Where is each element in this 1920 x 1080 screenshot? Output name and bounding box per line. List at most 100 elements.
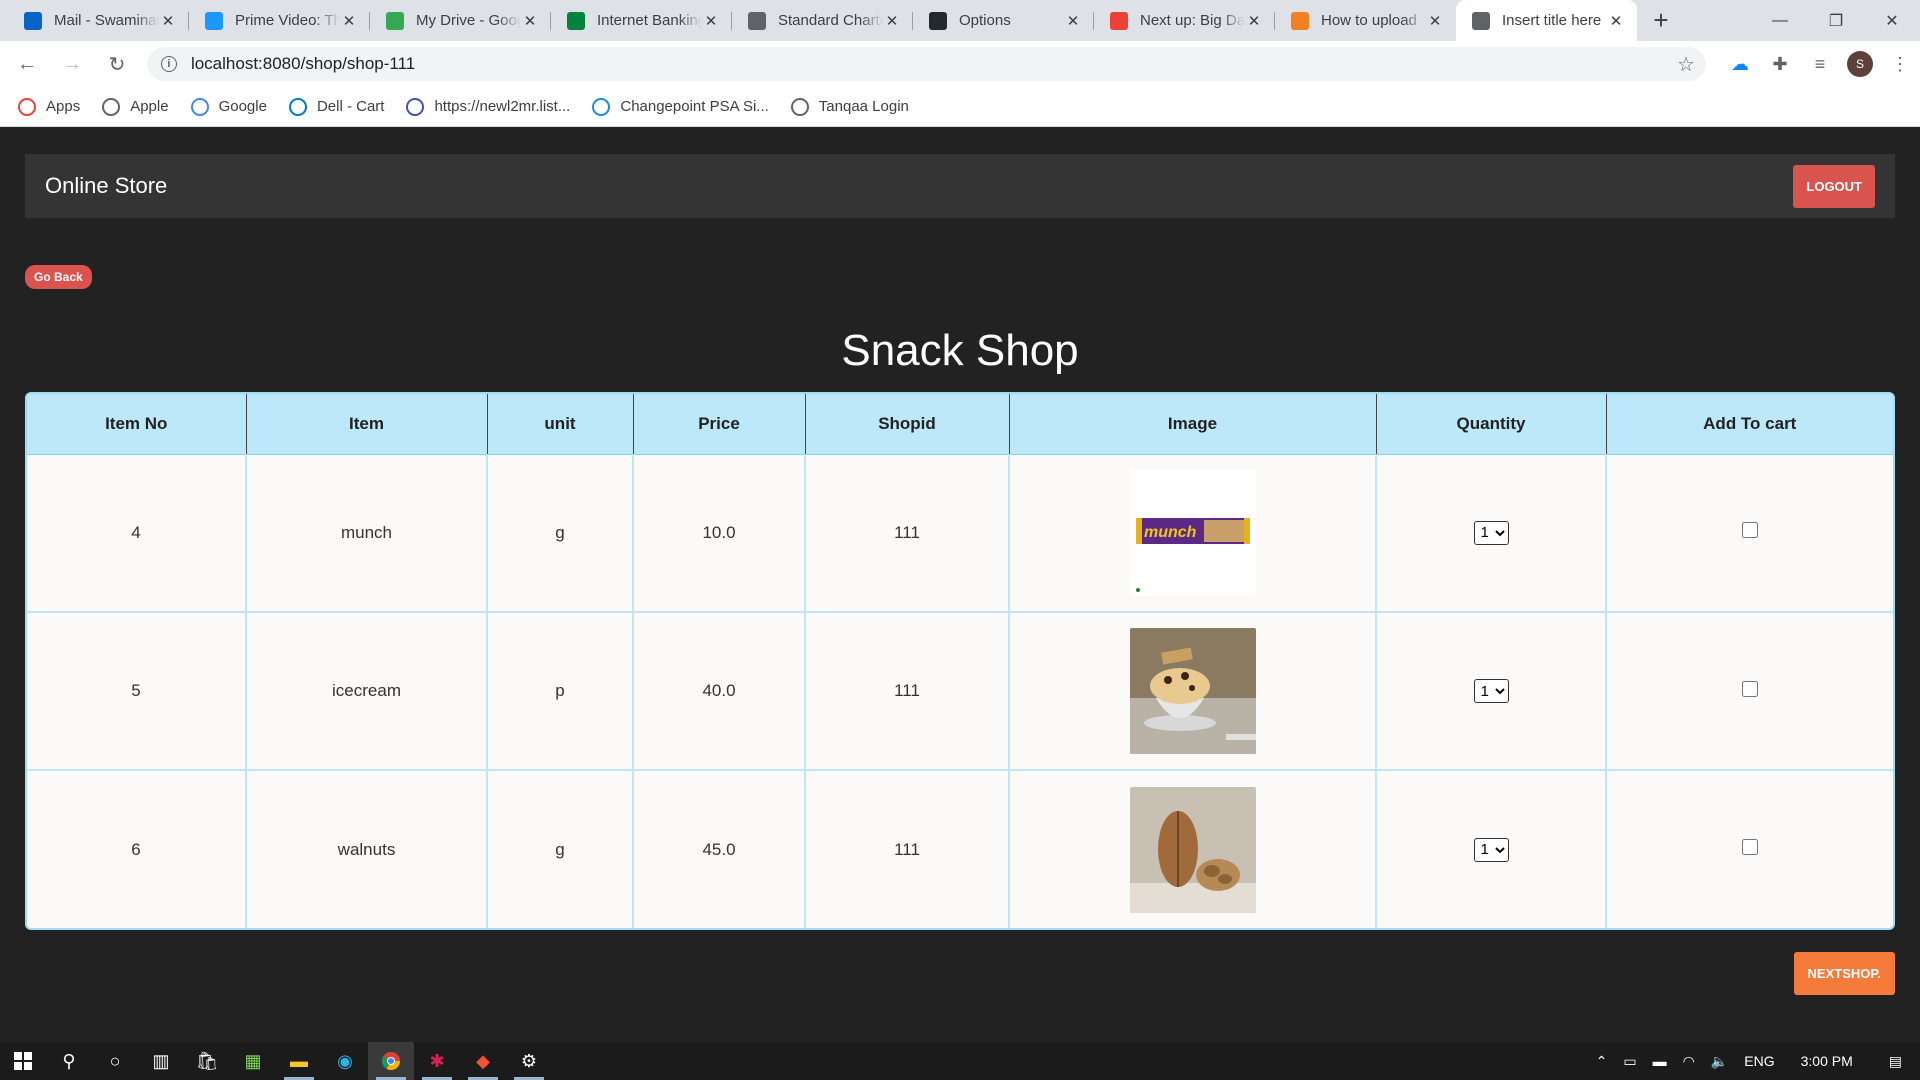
apps-grid-icon	[18, 97, 36, 116]
tab-6[interactable]: Next up: Big Da ✕	[1094, 0, 1275, 41]
store-icon[interactable]: 🛍	[184, 1042, 230, 1080]
device-icon[interactable]: ▭	[1615, 1053, 1644, 1070]
bookmark-star-icon[interactable]: ☆	[1666, 52, 1706, 77]
clock[interactable]: 3:00 PM	[1783, 1053, 1871, 1069]
item-no-cell: 4	[27, 454, 247, 613]
add-to-cart-cell	[1606, 454, 1893, 613]
notifications-icon[interactable]: ▤	[1871, 1053, 1920, 1070]
bookmark-6[interactable]: Tanqaa Login	[790, 97, 909, 116]
address-bar[interactable]: i localhost:8080/shop/shop-111 ☆	[146, 47, 1707, 81]
tab-close-icon[interactable]: ✕	[521, 12, 539, 30]
tab-5[interactable]: Options ✕	[913, 0, 1094, 41]
url-text[interactable]: localhost:8080/shop/shop-111	[191, 54, 1666, 74]
wifi-icon[interactable]: ◠	[1675, 1053, 1703, 1070]
add-to-cart-checkbox[interactable]	[1742, 522, 1758, 539]
back-icon[interactable]: ←	[9, 46, 45, 82]
tab-4[interactable]: Standard Chartered✕	[732, 0, 913, 41]
media-control-icon[interactable]: ≡	[1800, 46, 1840, 82]
bookmark-2[interactable]: Google	[190, 97, 267, 116]
close-window-icon[interactable]: ✕	[1864, 0, 1920, 41]
tab-1[interactable]: Prime Video: Th ✕	[189, 0, 370, 41]
new-tab-button[interactable]: +	[1643, 3, 1679, 39]
bookmarks-bar: Apps Apple Google Dell - Cart https://newl2m…	[0, 87, 1920, 127]
go-back-button[interactable]: Go Back	[25, 265, 92, 289]
tab-close-icon[interactable]: ✕	[1426, 12, 1444, 30]
table-body: 4 munch g 10.0 111 munch 1 5 icecream p 40.0 111 1 6 w…	[27, 454, 1893, 928]
tab-2[interactable]: My Drive - Google✕	[370, 0, 551, 41]
bookmark-label: Google	[218, 98, 267, 115]
unit-cell: p	[487, 612, 634, 771]
menu-kebab-icon[interactable]: ⋮	[1880, 46, 1920, 82]
volume-icon[interactable]: 🔈	[1703, 1053, 1736, 1070]
language-indicator[interactable]: ENG	[1736, 1053, 1782, 1069]
bookmark-1[interactable]: Apple	[102, 97, 169, 116]
tab-close-icon[interactable]: ✕	[1064, 12, 1082, 30]
cortana-icon[interactable]: ○	[92, 1042, 138, 1080]
quantity-cell: 1	[1376, 612, 1607, 771]
icecream-sundae-image	[1129, 628, 1256, 754]
quantity-select[interactable]: 1	[1473, 520, 1509, 545]
item-name-cell: walnuts	[246, 770, 488, 928]
file-explorer-icon[interactable]: ▬	[276, 1042, 322, 1080]
column-header: Shopid	[805, 394, 1010, 455]
chevron-up-icon[interactable]: ⌃	[1588, 1053, 1616, 1070]
quantity-select[interactable]: 1	[1473, 837, 1509, 862]
quantity-select[interactable]: 1	[1473, 679, 1509, 703]
column-header: Item	[246, 394, 488, 455]
globe-icon	[790, 97, 809, 116]
reload-icon[interactable]: ↻	[99, 46, 135, 82]
start-icon[interactable]	[0, 1042, 46, 1080]
bookmark-label: Dell - Cart	[316, 98, 385, 115]
bookmark-4[interactable]: https://newl2mr.list...	[406, 97, 570, 116]
next-shop-button[interactable]: NEXTSHOP.	[1793, 952, 1895, 995]
battery-icon[interactable]: ▬	[1645, 1053, 1675, 1069]
avatar[interactable]: S	[1847, 51, 1874, 77]
restore-icon[interactable]: ❐	[1808, 0, 1864, 41]
store-brand[interactable]: Online Store	[45, 173, 167, 199]
tab-close-icon[interactable]: ✕	[1607, 12, 1625, 30]
google-drive-icon	[386, 11, 404, 30]
search-icon[interactable]: ⚲	[46, 1042, 92, 1080]
add-to-cart-checkbox[interactable]	[1742, 680, 1758, 697]
bookmark-5[interactable]: Changepoint PSA Si...	[592, 97, 769, 116]
tab-8[interactable]: Insert title here ✕	[1456, 0, 1637, 41]
forward-icon[interactable]: →	[54, 46, 90, 82]
tab-3[interactable]: Internet Banking ✕	[551, 0, 732, 41]
outlook-icon	[24, 11, 42, 30]
site-info-icon[interactable]: i	[160, 56, 177, 72]
image-cell: munch	[1009, 454, 1377, 613]
settings-icon[interactable]: ⚙	[506, 1042, 552, 1080]
add-to-cart-checkbox[interactable]	[1742, 839, 1758, 855]
tab-close-icon[interactable]: ✕	[702, 12, 720, 30]
git-icon[interactable]: ◆	[460, 1042, 506, 1080]
tab-close-icon[interactable]: ✕	[1245, 12, 1263, 30]
shopid-cell: 111	[805, 770, 1010, 928]
slack-icon[interactable]: ✱	[414, 1042, 460, 1080]
prime-video-icon	[205, 11, 223, 30]
task-view-icon[interactable]: ▥	[138, 1042, 184, 1080]
edge-icon[interactable]: ◉	[322, 1042, 368, 1080]
bookmark-0[interactable]: Apps	[18, 97, 80, 116]
extensions-puzzle-icon[interactable]: ✚	[1760, 46, 1800, 82]
tab-close-icon[interactable]: ✕	[159, 12, 177, 30]
tab-0[interactable]: Mail - Swaminathan✕	[8, 0, 189, 41]
image-cell	[1009, 612, 1377, 771]
tab-close-icon[interactable]: ✕	[340, 12, 358, 30]
profile-avatar[interactable]: S	[1840, 46, 1880, 82]
add-to-cart-cell	[1606, 770, 1893, 928]
list-site-icon	[406, 97, 425, 116]
tab-7[interactable]: How to upload ✕	[1275, 0, 1456, 41]
tab-title: Mail - Swaminathan	[54, 12, 159, 29]
column-header: Add To cart	[1606, 394, 1893, 455]
chrome-icon[interactable]	[368, 1042, 414, 1080]
tab-close-icon[interactable]: ✕	[883, 12, 901, 30]
price-cell: 10.0	[633, 454, 806, 613]
terminal-icon[interactable]: ▦	[230, 1042, 276, 1080]
bookmark-3[interactable]: Dell - Cart	[288, 97, 385, 116]
changepoint-icon	[592, 97, 611, 116]
logout-button[interactable]: LOGOUT	[1793, 164, 1875, 208]
onedrive-icon[interactable]: ☁	[1720, 46, 1760, 82]
globe-icon	[748, 11, 766, 30]
minimize-icon[interactable]: —	[1752, 0, 1808, 41]
store-navbar: Online Store LOGOUT	[25, 154, 1895, 218]
